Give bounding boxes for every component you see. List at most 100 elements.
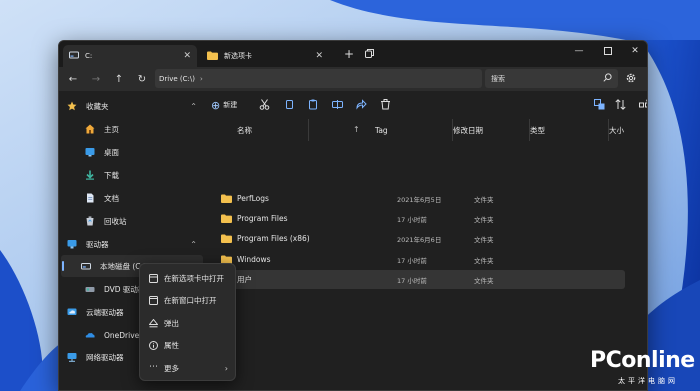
file-date: 17 小时前 bbox=[397, 215, 427, 224]
chevron-right-icon: › bbox=[224, 363, 228, 373]
recycle-bin-icon bbox=[85, 216, 95, 226]
sidebar-item-label: OneDrive bbox=[104, 330, 140, 340]
file-row[interactable]: Windows 17 小时前 文件夹 bbox=[209, 250, 625, 269]
sidebar-item-label: 回收站 bbox=[104, 216, 127, 226]
gear-icon[interactable] bbox=[625, 72, 639, 86]
menu-item-properties[interactable]: 属性 bbox=[140, 334, 237, 356]
new-button[interactable]: ⊕ 新建 bbox=[211, 97, 237, 113]
sidebar-item-home[interactable]: 主页 bbox=[59, 118, 205, 140]
cut-icon[interactable] bbox=[258, 98, 270, 110]
menu-item-open-in-new-tab[interactable]: 在新选项卡中打开 bbox=[140, 267, 237, 289]
close-icon[interactable]: ✕ bbox=[315, 51, 323, 61]
sort-icon[interactable] bbox=[614, 98, 626, 110]
file-name: Program Files bbox=[237, 214, 288, 223]
command-bar: ⊕ 新建 ⋯ bbox=[205, 93, 647, 117]
menu-item-eject[interactable]: 弹出 bbox=[140, 312, 237, 334]
file-row[interactable]: Program Files (x86) 2021年6月6日 文件夹 bbox=[209, 229, 625, 248]
sidebar-item-label: 云端驱动器 bbox=[86, 307, 124, 317]
new-button-label: 新建 bbox=[223, 101, 238, 109]
refresh-icon[interactable]: ↻ bbox=[134, 71, 150, 87]
home-icon bbox=[85, 124, 95, 134]
copy-icon[interactable] bbox=[283, 98, 295, 110]
share-icon[interactable] bbox=[355, 98, 367, 110]
selection-indicator bbox=[62, 261, 64, 271]
file-type: 文件夹 bbox=[474, 215, 494, 224]
close-icon[interactable]: ✕ bbox=[183, 51, 191, 61]
drives-icon bbox=[67, 239, 77, 249]
forward-arrow-icon[interactable]: → bbox=[88, 71, 104, 87]
folder-icon bbox=[221, 194, 232, 203]
paste-icon[interactable] bbox=[307, 98, 319, 110]
maximize-button[interactable] bbox=[594, 41, 622, 61]
open-tab-icon bbox=[149, 273, 158, 283]
menu-item-more[interactable]: ⋯ 更多 › bbox=[140, 357, 237, 379]
sidebar-item-label: 网络驱动器 bbox=[86, 352, 124, 362]
watermark: PConline 太平洋电脑网 bbox=[590, 348, 698, 388]
folder-icon bbox=[221, 234, 232, 243]
sidebar-item-label: 主页 bbox=[104, 124, 119, 134]
file-date: 2021年6月6日 bbox=[397, 235, 442, 244]
new-tab-button[interactable]: + bbox=[344, 47, 354, 61]
sidebar-item-label: 文档 bbox=[104, 193, 119, 203]
sidebar-item-label: 下载 bbox=[104, 170, 119, 180]
file-name: Program Files (x86) bbox=[237, 234, 310, 243]
sidebar-item-label: 驱动器 bbox=[86, 239, 109, 249]
network-icon bbox=[67, 352, 77, 362]
document-icon bbox=[85, 193, 95, 203]
search-icon bbox=[603, 73, 612, 84]
column-header-name[interactable]: 名称 bbox=[237, 119, 309, 141]
sidebar-item-label: 桌面 bbox=[104, 147, 119, 157]
column-header-modified[interactable]: 修改日期 bbox=[453, 119, 530, 141]
layout-icon[interactable] bbox=[593, 98, 605, 110]
column-header-size[interactable]: 大小 bbox=[609, 119, 647, 141]
file-type: 文件夹 bbox=[474, 276, 494, 285]
file-row[interactable]: PerfLogs 2021年6月5日 文件夹 bbox=[209, 189, 625, 208]
file-type: 文件夹 bbox=[474, 256, 494, 265]
close-window-button[interactable]: ✕ bbox=[621, 41, 647, 61]
delete-icon[interactable] bbox=[379, 98, 391, 110]
navigation-bar: ← → ↑ ↻ Drive (C:\) › 搜索 bbox=[59, 67, 647, 91]
sidebar-item-recycle-bin[interactable]: 回收站 bbox=[59, 210, 205, 232]
file-date: 17 小时前 bbox=[397, 256, 427, 265]
minimize-button[interactable]: — bbox=[565, 41, 593, 61]
sidebar-item-desktop[interactable]: 桌面 bbox=[59, 141, 205, 163]
tab-new[interactable]: 新选项卡 ✕ bbox=[201, 45, 329, 67]
up-arrow-icon[interactable]: ↑ bbox=[111, 71, 127, 87]
title-bar: C: ✕ 新选项卡 ✕ + — ✕ bbox=[59, 41, 647, 67]
file-date: 17 小时前 bbox=[397, 276, 427, 285]
column-header-tag[interactable]: Tag bbox=[375, 119, 453, 141]
file-name: Windows bbox=[237, 255, 271, 264]
desktop-icon bbox=[85, 147, 95, 157]
folder-icon bbox=[221, 214, 232, 223]
chevron-up-icon[interactable]: ⌃ bbox=[190, 102, 197, 111]
chevron-up-icon[interactable]: ⌃ bbox=[190, 240, 197, 249]
rename-icon[interactable] bbox=[331, 98, 343, 110]
column-headers: 名称 ↑ Tag 修改日期 类型 大小 bbox=[205, 119, 647, 141]
context-menu: 在新选项卡中打开 在新窗口中打开 弹出 属性 ⋯ 更多 › bbox=[139, 263, 236, 381]
sidebar-item-downloads[interactable]: 下载 bbox=[59, 164, 205, 186]
file-row[interactable]: 用户 17 小时前 文件夹 bbox=[209, 270, 625, 289]
tab-label: 新选项卡 bbox=[224, 52, 252, 60]
address-bar[interactable]: Drive (C:\) › bbox=[155, 69, 482, 88]
drive-icon bbox=[69, 51, 79, 61]
back-arrow-icon[interactable]: ← bbox=[65, 71, 81, 87]
onedrive-icon bbox=[85, 330, 95, 340]
column-header-type[interactable]: 类型 bbox=[530, 119, 609, 141]
sidebar-item-documents[interactable]: 文档 bbox=[59, 187, 205, 209]
download-icon bbox=[85, 170, 95, 180]
tab-drive-c[interactable]: C: ✕ bbox=[63, 45, 197, 67]
tab-label: C: bbox=[85, 52, 93, 60]
group-icon[interactable] bbox=[638, 98, 647, 110]
info-icon bbox=[149, 340, 158, 350]
file-row[interactable]: Program Files 17 小时前 文件夹 bbox=[209, 209, 625, 228]
sidebar-item-drives[interactable]: 驱动器 ⌃ bbox=[59, 233, 205, 255]
search-input[interactable]: 搜索 bbox=[485, 69, 618, 88]
watermark-brand: PConline bbox=[590, 348, 695, 373]
folder-icon bbox=[207, 51, 218, 62]
star-icon bbox=[67, 101, 77, 111]
file-date: 2021年6月5日 bbox=[397, 195, 442, 204]
file-type: 文件夹 bbox=[474, 235, 494, 244]
duplicate-tab-icon[interactable] bbox=[365, 49, 374, 58]
menu-item-open-in-new-window[interactable]: 在新窗口中打开 bbox=[140, 289, 237, 311]
sidebar-item-favorites[interactable]: 收藏夹 ⌃ bbox=[59, 95, 205, 117]
